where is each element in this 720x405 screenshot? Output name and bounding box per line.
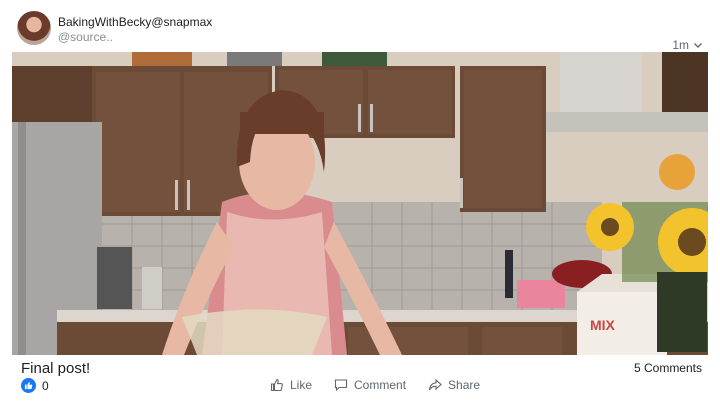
like-label: Like <box>290 378 313 392</box>
post-caption: Final post! <box>21 360 91 377</box>
author-handle: @source.. <box>58 30 113 44</box>
like-button[interactable]: Like <box>270 378 312 392</box>
share-label: Share <box>448 378 481 392</box>
like-icon <box>270 378 283 392</box>
reaction-count: 0 <box>42 378 49 393</box>
comments-count-link[interactable]: 5 Comments <box>634 361 702 375</box>
author-avatar[interactable] <box>17 11 51 45</box>
comment-button[interactable]: Comment <box>334 378 406 392</box>
post-actions: Like Comment Share <box>270 378 480 392</box>
post-header: BakingWithBecky@snapmax @source.. 1m <box>0 0 720 52</box>
chevron-down-icon[interactable] <box>693 40 703 50</box>
post-time-label: 1m <box>672 38 689 52</box>
share-button[interactable]: Share <box>428 378 480 392</box>
author-name[interactable]: BakingWithBecky@snapmax <box>58 15 212 29</box>
carton-label: MIX <box>590 317 616 333</box>
post-time[interactable]: 1m <box>672 38 703 52</box>
share-icon <box>428 378 442 391</box>
video-player[interactable]: MIX <box>12 52 708 355</box>
comment-label: Comment <box>354 378 407 392</box>
reaction-summary[interactable]: 0 <box>21 378 49 393</box>
thumbs-up-icon <box>21 378 36 393</box>
kitchen-scene-image: MIX <box>12 52 708 355</box>
comment-icon <box>334 379 348 392</box>
